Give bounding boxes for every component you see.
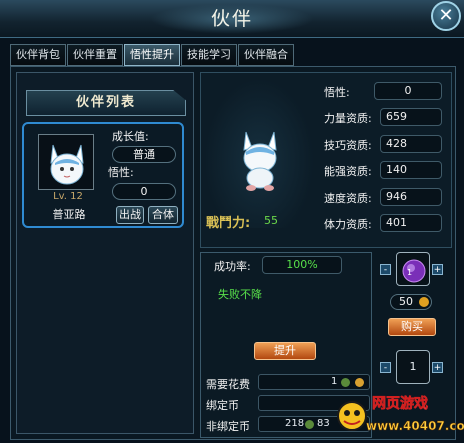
partner-level: Lv. 12	[53, 191, 83, 202]
material-slot[interactable]: 1	[396, 350, 430, 384]
cost-label: 需要花费	[206, 378, 250, 391]
success-rate-value: 100%	[262, 256, 342, 274]
slot-minus-button[interactable]: -	[380, 362, 391, 373]
tab-partner-fusion[interactable]: 伙伴融合	[238, 44, 294, 66]
growth-value: 普通	[112, 146, 176, 163]
fuse-button[interactable]: 合体	[148, 206, 178, 224]
item-plus-button[interactable]: +	[432, 264, 443, 275]
item-count: 1	[407, 268, 412, 277]
watermark-name: 网页游戏	[372, 395, 428, 412]
stat-label-energy: 能强资质:	[324, 165, 372, 178]
partner-model	[204, 78, 314, 228]
partner-list-header: 伙伴列表	[26, 90, 186, 116]
purple-gem-icon: 1	[402, 259, 426, 283]
close-button[interactable]: ✕	[431, 1, 461, 31]
stat-label-speed: 速度资质:	[324, 192, 372, 205]
price-value: 50	[399, 295, 413, 308]
tab-strip: 伙伴背包 伙伴重置 悟性提升 技能学习 伙伴融合	[10, 44, 310, 66]
stat-value-speed: 946	[380, 188, 442, 206]
stat-value-energy: 140	[380, 161, 442, 179]
watermark-url: www.40407.com	[366, 419, 464, 433]
power-value: 55	[264, 214, 278, 227]
slot-plus-button[interactable]: +	[432, 362, 443, 373]
buy-button[interactable]: 购买	[388, 318, 436, 336]
unbound-value: 218	[285, 418, 305, 429]
no-downgrade-text: 失败不降	[218, 288, 262, 301]
item-slot[interactable]: 1	[396, 252, 430, 286]
stat-label-stamina: 体力资质:	[324, 218, 372, 231]
window-title: 伙伴	[150, 4, 314, 34]
bound-currency-label: 绑定币	[206, 399, 239, 412]
success-rate-label: 成功率:	[214, 260, 251, 273]
stat-label-aptitude: 悟性:	[324, 86, 350, 99]
item-minus-button[interactable]: -	[380, 264, 391, 275]
partner-model-icon	[243, 131, 277, 191]
watermark-logo: 网页游戏 www.40407.com	[330, 386, 464, 440]
partner-avatar-icon	[50, 144, 84, 185]
stat-value-stamina: 401	[380, 214, 442, 232]
partner-name: 普亚路	[52, 208, 86, 221]
deploy-button[interactable]: 出战	[116, 206, 144, 224]
bound-coin-icon	[305, 420, 314, 429]
aptitude-value: 0	[112, 183, 176, 200]
stat-value-aptitude: 0	[374, 82, 442, 100]
site-logo-icon: 网页游戏 www.40407.com	[337, 395, 464, 433]
aptitude-label: 悟性:	[108, 166, 134, 179]
price-box: 50	[390, 294, 432, 310]
stat-label-strength: 力量资质:	[324, 112, 372, 125]
tab-partner-reset[interactable]: 伙伴重置	[67, 44, 123, 66]
close-icon: ✕	[438, 5, 454, 26]
stat-value-strength: 659	[380, 108, 442, 126]
growth-label: 成长值:	[112, 130, 149, 143]
partner-portrait[interactable]	[38, 134, 94, 190]
tab-partner-bag[interactable]: 伙伴背包	[10, 44, 66, 66]
power-label: 戰鬥力:	[206, 216, 251, 231]
tab-skill-learning[interactable]: 技能学习	[181, 44, 237, 66]
unbound-currency-label: 非绑定币	[206, 420, 250, 433]
stat-value-skill: 428	[380, 135, 442, 153]
stat-label-skill: 技巧资质:	[324, 139, 372, 152]
upgrade-button[interactable]: 提升	[254, 342, 316, 360]
gold-coin-icon	[419, 297, 429, 307]
unbound-value-2: 83	[317, 418, 330, 429]
tab-aptitude-upgrade[interactable]: 悟性提升	[124, 44, 180, 66]
